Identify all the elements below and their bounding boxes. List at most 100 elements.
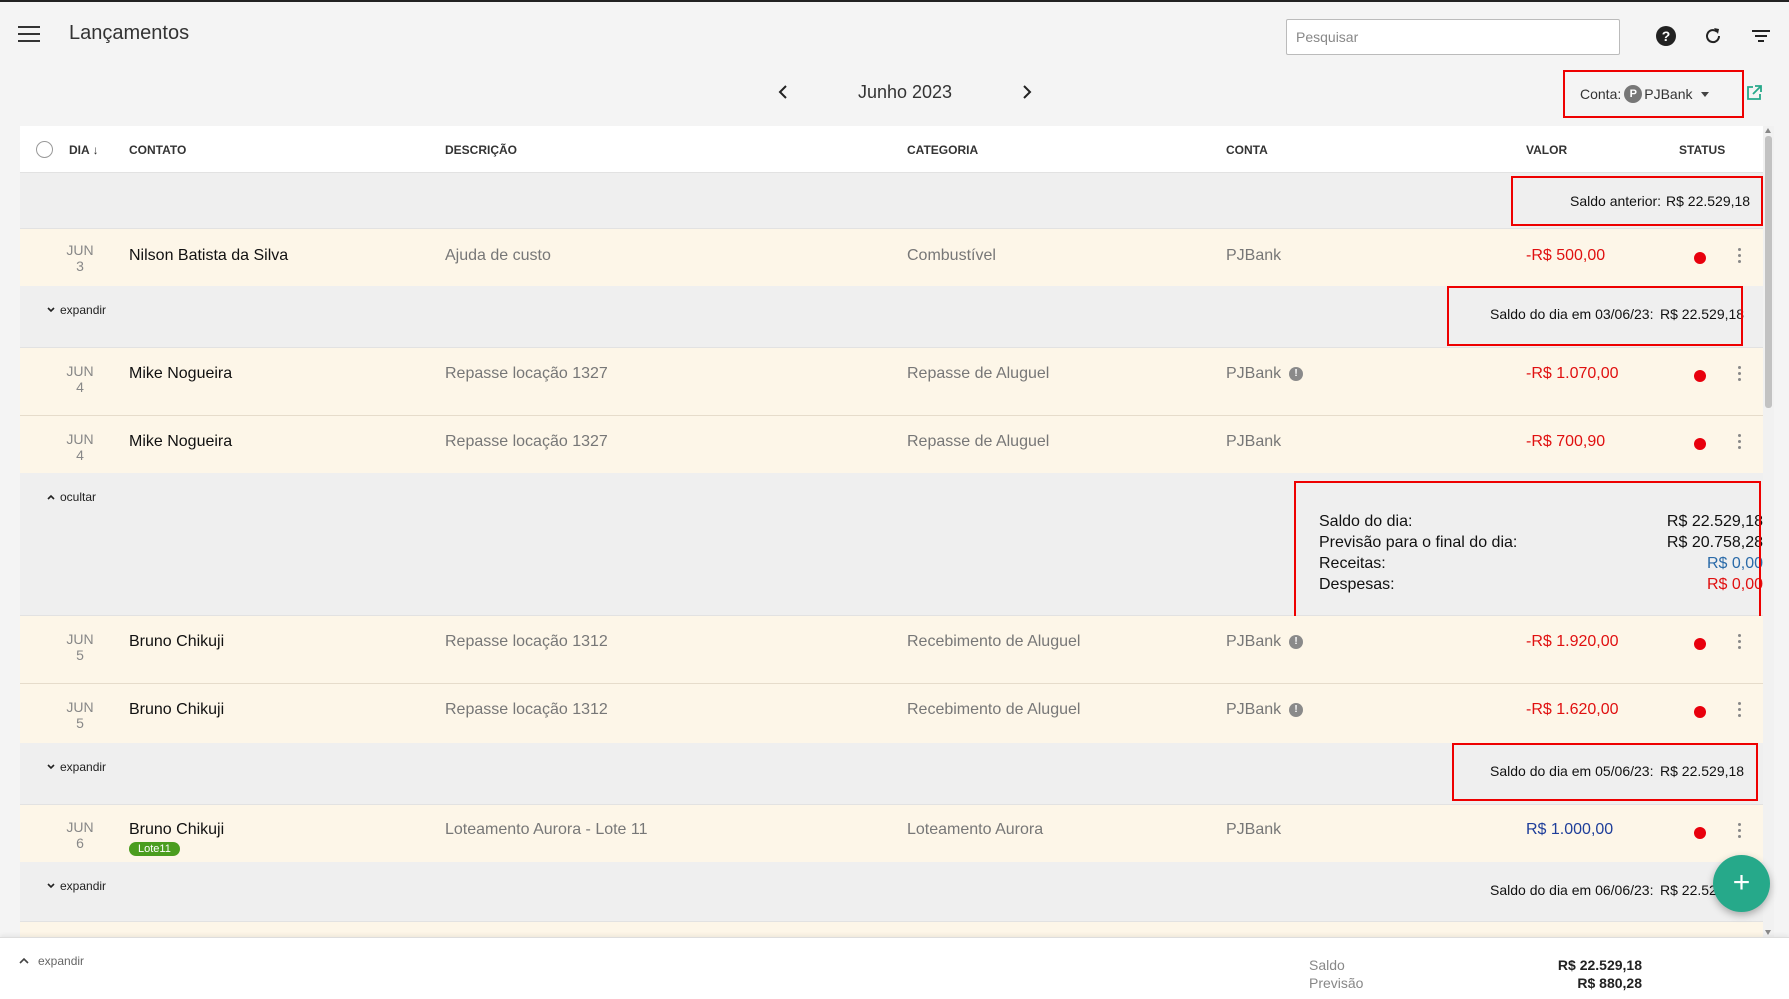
footer-forecast-value: R$ 880,28 xyxy=(1577,975,1642,991)
chevron-down-icon xyxy=(47,764,55,770)
daily-balance-highlight xyxy=(1452,743,1758,801)
info-icon[interactable]: ! xyxy=(1289,703,1303,717)
table-scrollbar[interactable] xyxy=(1763,126,1774,937)
column-categoria[interactable]: CATEGORIA xyxy=(907,143,978,157)
expand-toggle[interactable]: expandir xyxy=(46,760,106,774)
row-category: Recebimento de Aluguel xyxy=(907,633,1081,650)
row-contact: Bruno Chikuji xyxy=(129,633,225,650)
daily-balance-highlight xyxy=(1447,286,1743,346)
row-date: JUN 5 xyxy=(66,631,94,663)
chevron-up-icon xyxy=(47,494,55,500)
row-amount: -R$ 700,90 xyxy=(1526,433,1606,450)
column-contato[interactable]: CONTATO xyxy=(129,143,186,157)
row-category: Repasse de Aluguel xyxy=(907,365,1050,382)
row-description: Repasse locação 1327 xyxy=(445,365,608,382)
row-description: Repasse locação 1312 xyxy=(445,701,608,718)
info-icon[interactable]: ! xyxy=(1289,635,1303,649)
row-menu-icon[interactable] xyxy=(1733,248,1745,266)
row-amount: -R$ 500,00 xyxy=(1526,247,1606,264)
column-descricao[interactable]: DESCRIÇÃO xyxy=(445,143,517,157)
row-description: Ajuda de custo xyxy=(445,247,551,264)
column-valor[interactable]: VALOR xyxy=(1526,143,1567,157)
help-icon[interactable]: ? xyxy=(1652,22,1680,50)
table-row[interactable]: JUN 4 Mike Nogueira Repasse locação 1327 … xyxy=(20,416,1763,473)
row-contact: Nilson Batista da Silva xyxy=(129,247,289,264)
table-row[interactable] xyxy=(20,922,1763,937)
status-pending-icon[interactable] xyxy=(1694,370,1706,382)
row-tag: Lote11 xyxy=(129,842,180,856)
footer-expand-toggle[interactable]: expandir xyxy=(18,954,84,968)
row-menu-icon[interactable] xyxy=(1733,366,1745,384)
add-transaction-button[interactable]: + xyxy=(1713,855,1770,912)
refresh-icon[interactable] xyxy=(1699,22,1727,50)
footer-balance-value: R$ 22.529,18 xyxy=(1557,957,1642,973)
svg-text:?: ? xyxy=(1662,28,1671,44)
daily-balance-label: Saldo do dia em 06/06/23: xyxy=(1490,882,1654,898)
open-external-icon[interactable] xyxy=(1745,84,1765,104)
sort-down-icon: ↓ xyxy=(92,143,99,157)
table-row[interactable]: JUN 3 Nilson Batista da Silva Ajuda de cu… xyxy=(20,229,1763,286)
table-row[interactable]: JUN 5 Bruno Chikuji Repasse locação 1312 … xyxy=(20,616,1763,684)
current-month-label: Junho 2023 xyxy=(857,82,953,102)
row-menu-icon[interactable] xyxy=(1733,702,1745,720)
daily-balance-row: expandir Saldo do dia em 06/06/23: R$ 22… xyxy=(20,862,1763,922)
daily-summary-highlight xyxy=(1294,481,1761,620)
previous-month-button[interactable] xyxy=(772,80,794,104)
row-category: Combustível xyxy=(907,247,996,264)
next-month-button[interactable] xyxy=(1016,80,1038,104)
status-pending-icon[interactable] xyxy=(1694,252,1706,264)
status-pending-icon[interactable] xyxy=(1694,438,1706,450)
row-account: PJBank xyxy=(1226,821,1282,838)
footer-forecast-label: Previsão xyxy=(1309,975,1364,991)
row-date: JUN 6 xyxy=(66,819,94,851)
row-date: JUN 4 xyxy=(66,431,94,463)
account-selector[interactable]: Conta: P PJBank xyxy=(1580,85,1709,103)
row-category: Recebimento de Aluguel xyxy=(907,701,1081,718)
row-contact: Bruno Chikuji xyxy=(129,701,225,718)
column-conta[interactable]: CONTA xyxy=(1226,143,1268,157)
row-account: PJBank xyxy=(1226,365,1282,382)
status-pending-icon[interactable] xyxy=(1694,827,1706,839)
select-all-checkbox[interactable] xyxy=(36,141,53,158)
previous-balance-row: Saldo anterior: R$ 22.529,18 xyxy=(20,173,1763,229)
expand-toggle[interactable]: expandir xyxy=(46,879,106,893)
row-amount: R$ 1.000,00 xyxy=(1526,821,1614,838)
row-contact: Mike Nogueira xyxy=(129,365,233,382)
column-status[interactable]: STATUS xyxy=(1679,143,1725,157)
table-row[interactable]: JUN 6 Bruno Chikuji Lote11 Loteamento Aur… xyxy=(20,805,1763,862)
table-row[interactable]: JUN 5 Bruno Chikuji Repasse locação 1312 … xyxy=(20,684,1763,743)
row-amount: -R$ 1.070,00 xyxy=(1526,365,1619,382)
row-account: PJBank xyxy=(1226,633,1282,650)
bank-logo-icon: P xyxy=(1624,85,1643,103)
expand-toggle[interactable]: expandir xyxy=(46,303,106,317)
app-header: Lançamentos ? xyxy=(0,2,1789,66)
search-input[interactable] xyxy=(1286,19,1620,55)
column-dia[interactable]: DIA ↓ xyxy=(69,143,99,157)
footer-balance-label: Saldo xyxy=(1309,957,1345,973)
row-menu-icon[interactable] xyxy=(1733,434,1745,452)
collapse-toggle[interactable]: ocultar xyxy=(46,490,96,504)
account-name: PJBank xyxy=(1644,86,1693,102)
row-description: Repasse locação 1327 xyxy=(445,433,608,450)
dropdown-caret-icon xyxy=(1700,91,1709,97)
chevron-down-icon xyxy=(47,307,55,313)
table-row[interactable]: JUN 4 Mike Nogueira Repasse locação 1327 … xyxy=(20,348,1763,416)
row-date: JUN 4 xyxy=(66,363,94,395)
status-pending-icon[interactable] xyxy=(1694,638,1706,650)
previous-balance-highlight xyxy=(1511,176,1763,226)
row-menu-icon[interactable] xyxy=(1733,634,1745,652)
status-pending-icon[interactable] xyxy=(1694,706,1706,718)
row-account: PJBank xyxy=(1226,701,1282,718)
row-amount: -R$ 1.920,00 xyxy=(1526,633,1619,650)
info-icon[interactable]: ! xyxy=(1289,367,1303,381)
row-menu-icon[interactable] xyxy=(1733,823,1745,841)
menu-icon[interactable] xyxy=(18,26,40,42)
row-contact: Bruno Chikuji xyxy=(129,821,225,838)
row-date: JUN 3 xyxy=(66,242,94,274)
scroll-down-icon[interactable] xyxy=(1765,930,1771,935)
filter-icon[interactable] xyxy=(1747,22,1775,50)
scroll-up-icon[interactable] xyxy=(1765,128,1771,133)
scroll-thumb[interactable] xyxy=(1765,136,1772,408)
row-category: Loteamento Aurora xyxy=(907,821,1044,838)
row-account: PJBank xyxy=(1226,433,1282,450)
